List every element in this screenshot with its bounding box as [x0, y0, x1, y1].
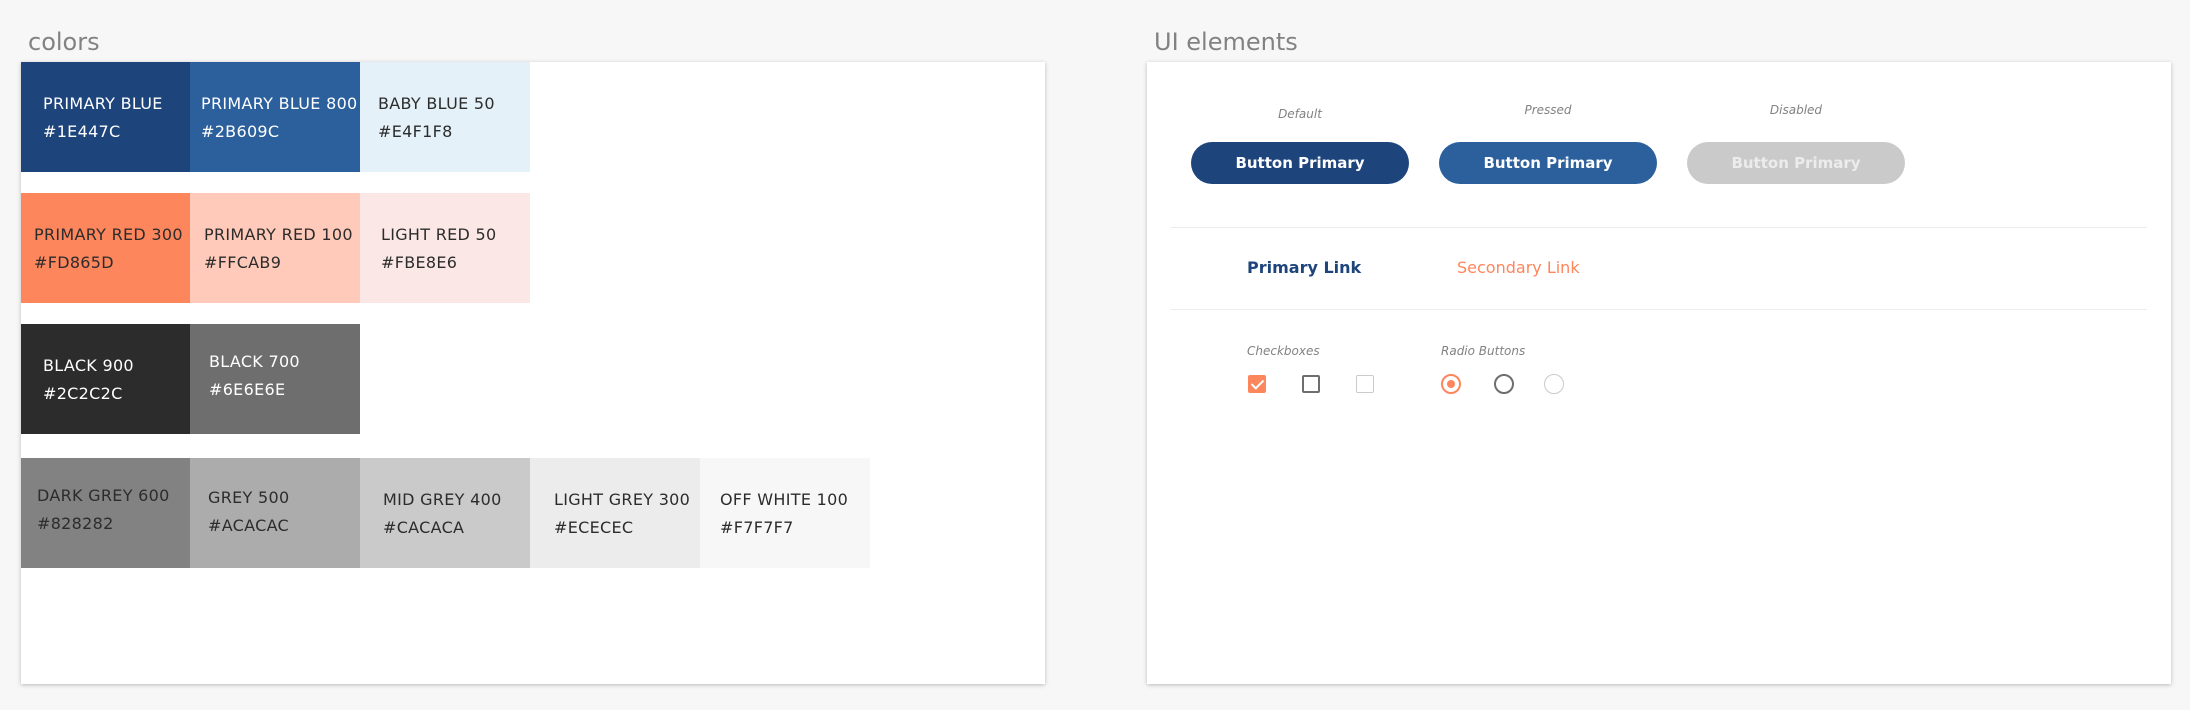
swatch-hex: #FD865D: [34, 253, 114, 272]
swatch-hex: #ECECEC: [554, 518, 634, 537]
swatch-dark-grey-600: DARK GREY 600 #828282: [21, 458, 190, 568]
swatch-hex: #ACACAC: [208, 516, 290, 535]
swatch-name: PRIMARY RED 300: [34, 225, 183, 244]
primary-button-disabled: Button Primary: [1687, 142, 1905, 184]
swatch-baby-blue-50: BABY BLUE 50 #E4F1F8: [360, 62, 530, 172]
swatch-light-red-50: LIGHT RED 50 #FBE8E6: [360, 193, 530, 303]
swatch-hex: #1E447C: [43, 122, 121, 141]
swatch-name: BLACK 700: [209, 352, 300, 371]
swatch-name: OFF WHITE 100: [720, 490, 849, 509]
primary-button-pressed[interactable]: Button Primary: [1439, 142, 1657, 184]
colors-section-title: colors: [28, 28, 100, 56]
swatch-hex: #2C2C2C: [43, 384, 123, 403]
swatch-name: LIGHT RED 50: [381, 225, 497, 244]
divider: [1171, 309, 2147, 310]
swatch-hex: #2B609C: [201, 122, 280, 141]
swatch-name: PRIMARY RED 100: [204, 225, 353, 244]
checkbox-checked[interactable]: [1248, 375, 1266, 393]
ui-elements-panel: Default Pressed Disabled Button Primary …: [1147, 62, 2171, 684]
disabled-state-label: Disabled: [1769, 103, 1823, 117]
primary-link[interactable]: Primary Link: [1247, 258, 1361, 277]
swatch-black-900: BLACK 900 #2C2C2C: [21, 324, 190, 434]
swatch-hex: #828282: [37, 514, 114, 533]
swatch-primary-blue: PRIMARY BLUE #1E447C: [21, 62, 190, 172]
swatch-hex: #FFCAB9: [204, 253, 282, 272]
checkbox-unchecked[interactable]: [1302, 375, 1320, 393]
swatch-grey-500: GREY 500 #ACACAC: [190, 458, 360, 568]
radio-disabled: [1544, 374, 1564, 394]
swatch-name: DARK GREY 600: [37, 486, 170, 505]
radio-buttons-label: Radio Buttons: [1441, 344, 1526, 358]
swatch-hex: #F7F7F7: [720, 518, 794, 537]
swatch-primary-red-300: PRIMARY RED 300 #FD865D: [21, 193, 190, 303]
swatch-light-grey-300: LIGHT GREY 300 #ECECEC: [530, 458, 700, 568]
ui-elements-section-title: UI elements: [1154, 28, 1298, 56]
pressed-state-label: Pressed: [1524, 103, 1572, 117]
swatch-name: BLACK 900: [43, 356, 134, 375]
swatch-name: LIGHT GREY 300: [554, 490, 691, 509]
swatch-hex: #6E6E6E: [209, 380, 286, 399]
swatch-name: BABY BLUE 50: [378, 94, 495, 113]
swatch-mid-grey-400: MID GREY 400 #CACACA: [360, 458, 530, 568]
primary-button-default[interactable]: Button Primary: [1191, 142, 1409, 184]
radio-selected[interactable]: [1441, 374, 1461, 394]
default-state-label: Default: [1278, 107, 1322, 121]
swatch-primary-red-100: PRIMARY RED 100 #FFCAB9: [190, 193, 360, 303]
divider: [1171, 227, 2147, 228]
swatch-primary-blue-800: PRIMARY BLUE 800 #2B609C: [190, 62, 360, 172]
swatch-black-700: BLACK 700 #6E6E6E: [190, 324, 360, 434]
swatch-name: PRIMARY BLUE 800: [201, 94, 358, 113]
swatch-name: MID GREY 400: [383, 490, 502, 509]
swatch-name: PRIMARY BLUE: [43, 94, 163, 113]
swatch-hex: #CACACA: [383, 518, 465, 537]
swatch-hex: #E4F1F8: [378, 122, 453, 141]
colors-panel: PRIMARY BLUE #1E447C PRIMARY BLUE 800 #2…: [21, 62, 1045, 684]
swatch-off-white-100: OFF WHITE 100 #F7F7F7: [700, 458, 870, 568]
checkboxes-label: Checkboxes: [1247, 344, 1320, 358]
radio-unselected[interactable]: [1494, 374, 1514, 394]
swatch-name: GREY 500: [208, 488, 290, 507]
swatch-hex: #FBE8E6: [381, 253, 458, 272]
checkbox-disabled: [1356, 375, 1374, 393]
secondary-link[interactable]: Secondary Link: [1457, 258, 1580, 277]
